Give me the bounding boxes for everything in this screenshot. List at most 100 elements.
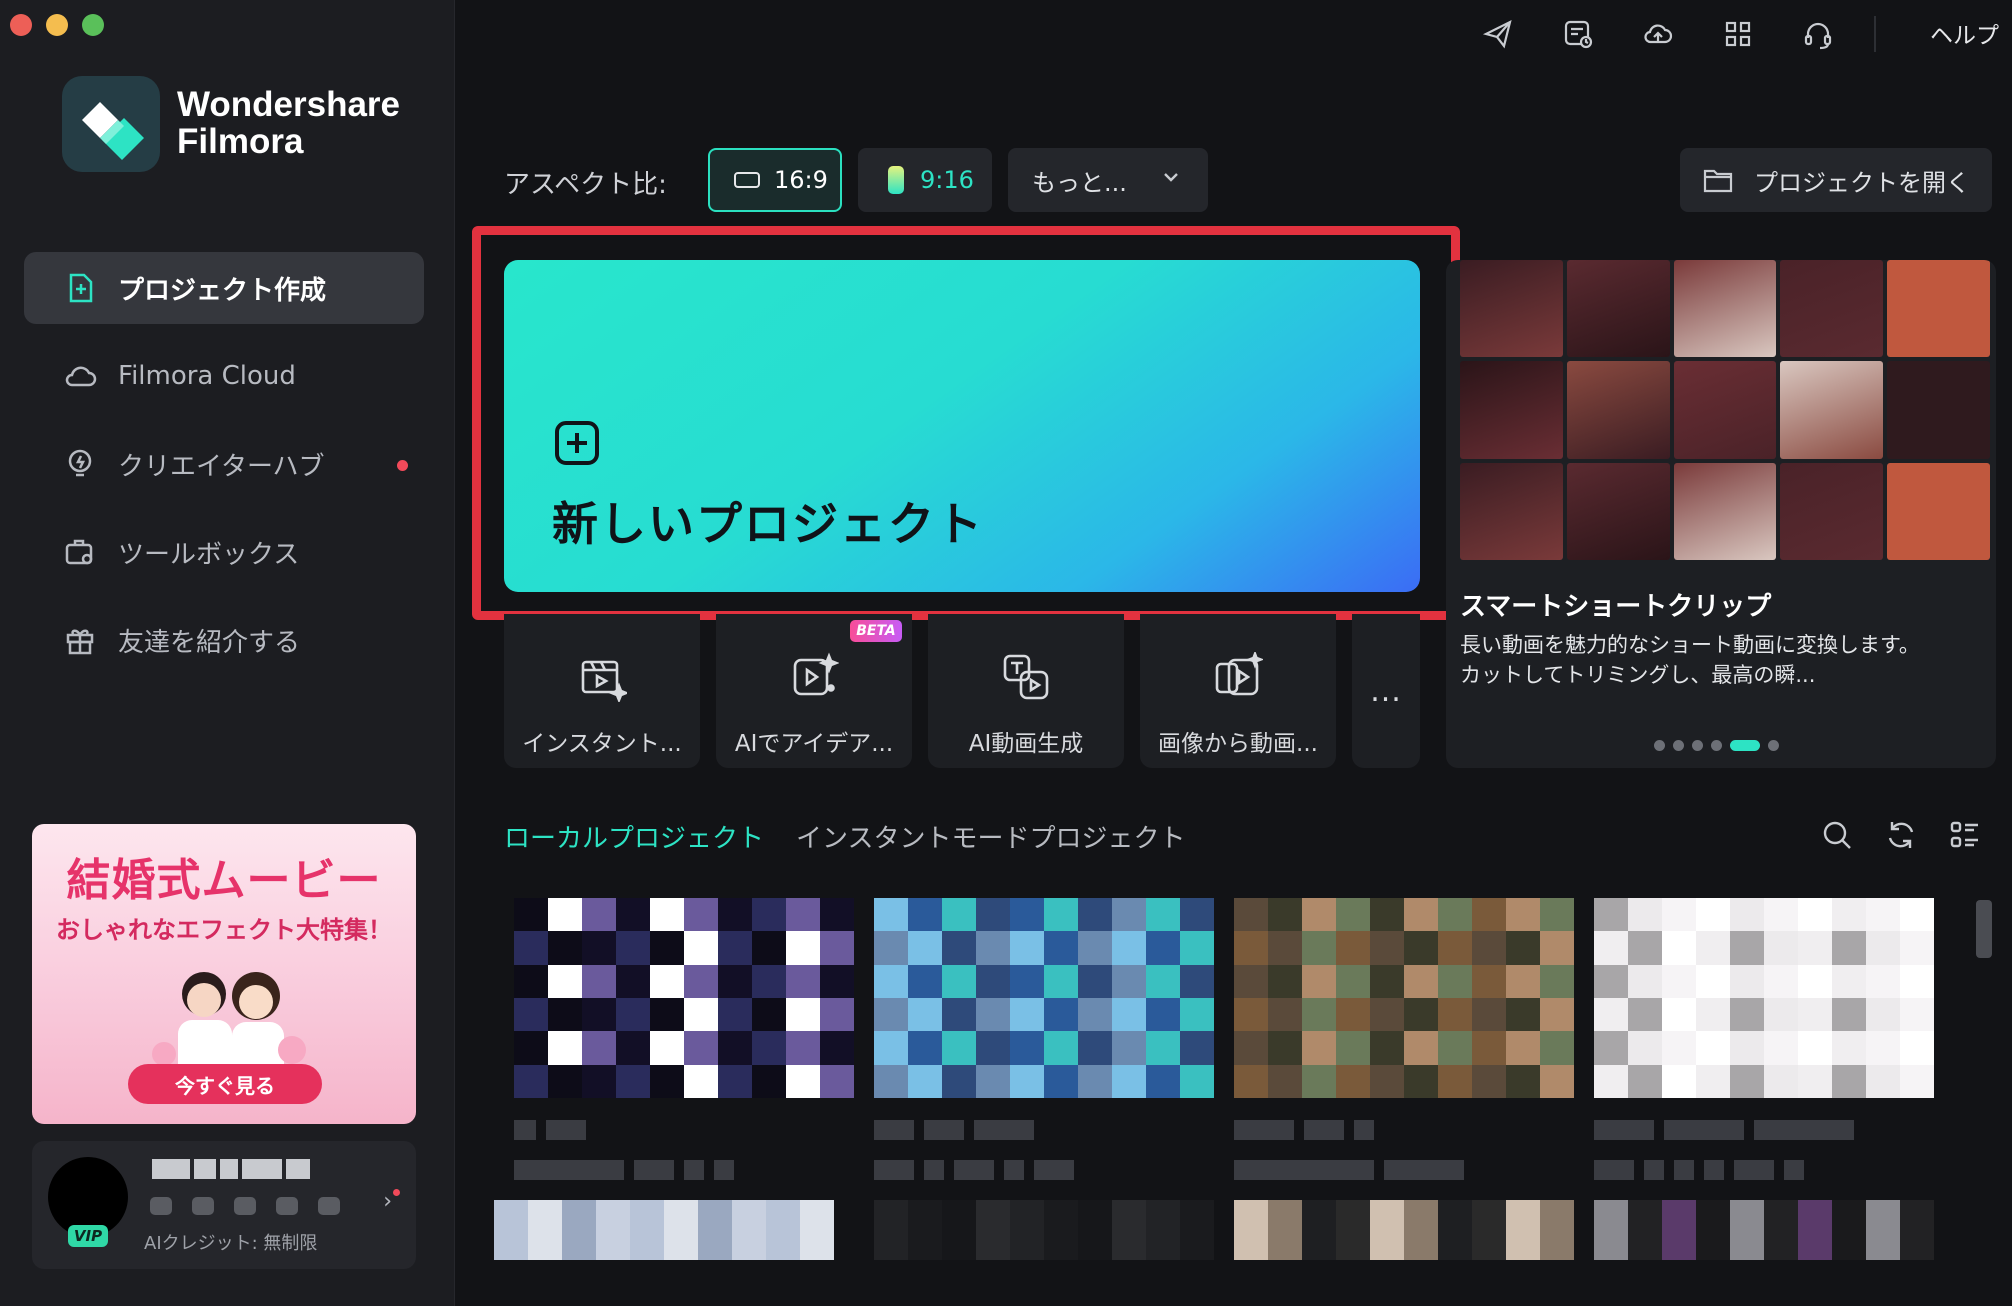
search-icon[interactable] <box>1820 818 1854 852</box>
thumbnail-pixel <box>1472 931 1506 965</box>
badge-icon <box>276 1197 298 1215</box>
carousel-dot[interactable] <box>1673 740 1684 751</box>
project-thumbnail[interactable] <box>1234 898 1574 1098</box>
carousel-dot[interactable] <box>1654 740 1665 751</box>
thumbnail-pixel <box>1404 1200 1438 1260</box>
thumbnail-pixel <box>514 997 548 1032</box>
scrollbar-thumb[interactable] <box>1976 900 1992 958</box>
list-view-icon[interactable] <box>1948 818 1982 852</box>
open-project-label: プロジェクトを開く <box>1754 168 1970 197</box>
thumbnail-pixel <box>1900 931 1934 965</box>
smart-short-clip-card[interactable]: スマートショートクリップ 長い動画を魅力的なショート動画に変換します。 カットし… <box>1446 260 1996 768</box>
carousel-dot[interactable] <box>1711 740 1722 751</box>
aspect-16-9-button[interactable]: 16:9 <box>708 148 842 212</box>
instant-mode-tool[interactable]: インスタント... <box>504 614 700 768</box>
smart-clip-description: 長い動画を魅力的なショート動画に変換します。 カットしてトリミングし、最高の瞬.… <box>1460 630 1980 690</box>
thumbnail-pixel <box>1506 997 1540 1032</box>
thumbnail-pixel <box>1506 964 1540 998</box>
sidebar-item-create-project[interactable]: プロジェクト作成 <box>24 252 424 324</box>
thumbnail-pixel <box>1010 931 1044 965</box>
open-project-button[interactable]: プロジェクトを開く <box>1680 148 1992 212</box>
thumbnail-pixel <box>976 997 1010 1032</box>
project-thumbnail[interactable] <box>1594 898 1934 1098</box>
carousel-dots[interactable] <box>1654 740 1779 751</box>
thumbnail-pixel <box>684 931 718 965</box>
thumbnail-pixel <box>1472 997 1506 1032</box>
help-menu[interactable]: ヘルプ <box>1930 16 1999 50</box>
more-tools-button[interactable]: ... <box>1352 614 1420 768</box>
bulb-icon <box>62 446 98 482</box>
thumbnail-pixel <box>1404 1064 1438 1098</box>
thumbnail-pixel <box>820 1064 854 1098</box>
promo-watch-now-button[interactable]: 今すぐ見る <box>128 1064 322 1104</box>
thumbnail-pixel <box>548 1064 582 1098</box>
aspect-more-dropdown[interactable]: もっと... <box>1008 148 1208 212</box>
chevron-right-icon[interactable]: › <box>383 1189 392 1214</box>
aspect-9-16-button[interactable]: 9:16 <box>858 148 992 212</box>
carousel-dot[interactable] <box>1692 740 1703 751</box>
thumbnail-pixel <box>1730 931 1764 965</box>
sidebar-item-refer-friend[interactable]: 友達を紹介する <box>24 604 424 676</box>
project-thumbnail[interactable] <box>1234 1200 1574 1260</box>
thumbnail-pixel <box>1540 1200 1574 1260</box>
sidebar-item-label: ツールボックス <box>118 539 300 570</box>
project-thumbnail[interactable] <box>874 1200 1214 1260</box>
ai-text-to-video-tool[interactable]: AI動画生成 <box>928 614 1124 768</box>
task-history-icon[interactable] <box>1558 14 1598 54</box>
badge-icon <box>192 1197 214 1215</box>
thumbnail-pixel <box>650 1031 684 1065</box>
badge-icon <box>234 1197 256 1215</box>
close-window-button[interactable] <box>10 14 32 36</box>
cloud-upload-icon[interactable] <box>1638 14 1678 54</box>
thumbnail-pixel <box>1404 964 1438 998</box>
thumbnail-pixel <box>1628 898 1662 932</box>
thumbnail-pixel <box>1472 1200 1506 1260</box>
apps-grid-icon[interactable] <box>1718 14 1758 54</box>
thumbnail-pixel <box>1336 931 1370 965</box>
tab-instant-mode-projects[interactable]: インスタントモードプロジェクト <box>796 818 1185 855</box>
sidebar-item-toolbox[interactable]: ツールボックス <box>24 516 424 588</box>
thumbnail-pixel <box>514 898 548 932</box>
project-thumbnail[interactable] <box>874 898 1214 1098</box>
thumbnail-pixel <box>1540 1031 1574 1065</box>
promo-banner[interactable]: 結婚式ムービー おしゃれなエフェクト大特集！ 今すぐ見る <box>32 824 416 1124</box>
tab-local-projects[interactable]: ローカルプロジェクト <box>504 818 764 855</box>
project-thumbnail[interactable] <box>1594 1200 1934 1260</box>
thumbnail-pixel <box>1234 1200 1268 1260</box>
thumbnail-pixel <box>1146 1200 1180 1260</box>
project-thumbnail[interactable] <box>494 1200 834 1260</box>
project-thumbnail[interactable] <box>514 898 854 1098</box>
carousel-dot[interactable] <box>1730 740 1760 751</box>
thumbnail-pixel <box>942 1064 976 1098</box>
sidebar-item-creator-hub[interactable]: クリエイターハブ <box>24 428 424 500</box>
send-icon[interactable] <box>1478 14 1518 54</box>
sidebar-item-filmora-cloud[interactable]: Filmora Cloud <box>24 340 424 412</box>
thumbnail-pixel <box>582 1031 616 1065</box>
thumbnail-pixel <box>1370 997 1404 1032</box>
thumbnail-pixel <box>976 964 1010 998</box>
thumbnail-pixel <box>1234 1031 1268 1065</box>
thumbnail-pixel <box>874 898 908 932</box>
thumbnail-pixel <box>786 898 820 932</box>
thumbnail-pixel <box>1180 1031 1214 1065</box>
thumbnail-pixel <box>650 931 684 965</box>
headset-icon[interactable] <box>1798 14 1838 54</box>
image-to-video-icon <box>1215 652 1263 696</box>
thumbnail-pixel <box>1078 1064 1112 1098</box>
thumbnail-pixel <box>1336 1200 1370 1260</box>
image-to-video-tool[interactable]: 画像から動画... <box>1140 614 1336 768</box>
minimize-window-button[interactable] <box>46 14 68 36</box>
account-card[interactable]: VIP AIクレジット: 無制限 › <box>32 1141 416 1269</box>
thumbnail-pixel <box>698 1200 732 1260</box>
thumbnail-pixel <box>1866 1200 1900 1260</box>
thumbnail-pixel <box>514 1064 548 1098</box>
preview-frame <box>1566 361 1670 459</box>
refresh-icon[interactable] <box>1884 818 1918 852</box>
thumbnail-pixel <box>1798 898 1832 932</box>
zoom-window-button[interactable] <box>82 14 104 36</box>
thumbnail-pixel <box>1506 1064 1540 1098</box>
thumbnail-pixel <box>1112 1064 1146 1098</box>
carousel-dot[interactable] <box>1768 740 1779 751</box>
thumbnail-pixel <box>1832 1200 1866 1260</box>
thumbnail-pixel <box>548 931 582 965</box>
